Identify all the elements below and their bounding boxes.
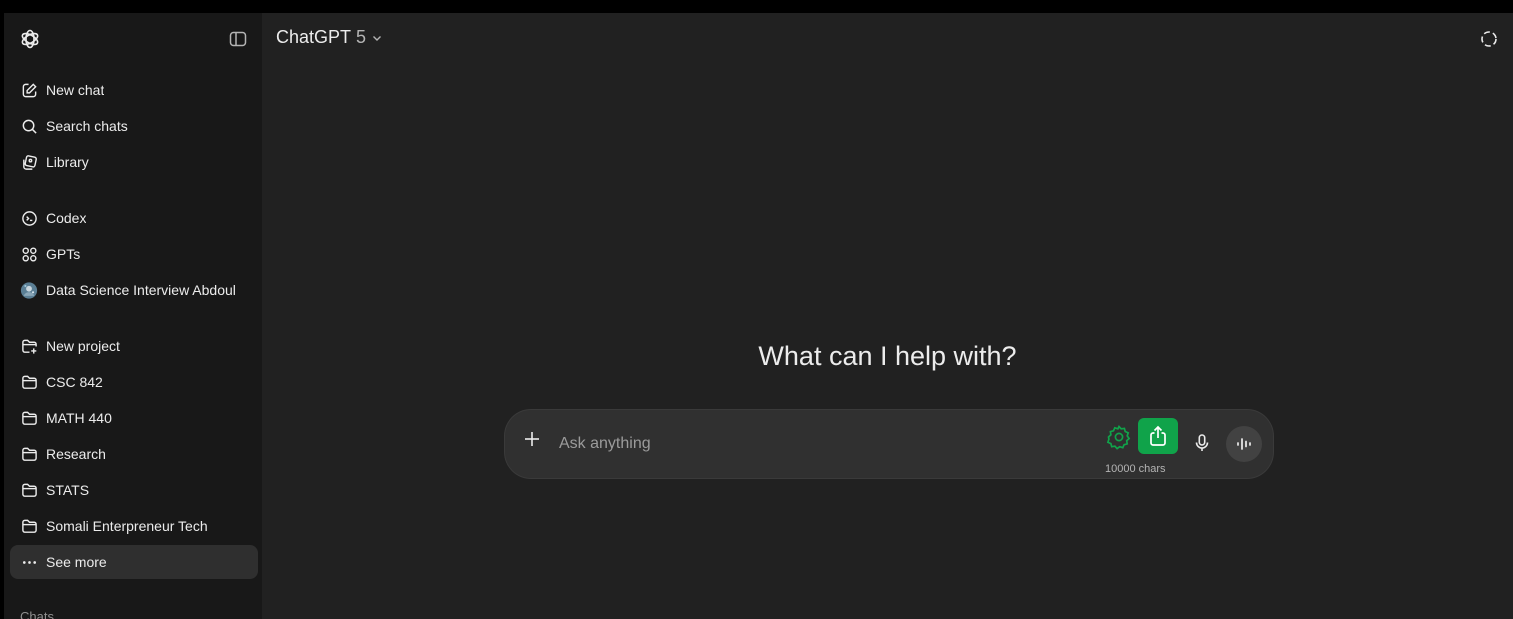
- sidebar: New chat Search chats Library Codex GPTs…: [4, 13, 262, 619]
- sidebar-item-see-more[interactable]: See more: [10, 545, 258, 579]
- folder-icon: [20, 373, 38, 391]
- sidebar-item-label: STATS: [46, 482, 90, 498]
- plus-icon[interactable]: [521, 428, 543, 450]
- sidebar-item-label: Library: [46, 154, 89, 170]
- sidebar-item-codex[interactable]: Codex: [10, 201, 258, 235]
- share-button[interactable]: [1138, 418, 1178, 454]
- sidebar-item-label: See more: [46, 554, 107, 570]
- sidebar-item-gpts[interactable]: GPTs: [10, 237, 258, 271]
- gpts-grid-icon: [20, 245, 38, 263]
- sidebar-item-label: Search chats: [46, 118, 128, 134]
- sidebar-item-label: New chat: [46, 82, 105, 98]
- page-title: What can I help with?: [758, 341, 1017, 371]
- library-icon: [20, 153, 38, 171]
- sidebar-item-label: Research: [46, 446, 106, 462]
- model-version: 5: [356, 27, 367, 47]
- sidebar-item-search-chats[interactable]: Search chats: [10, 109, 258, 143]
- sidebar-item-label: New project: [46, 338, 120, 354]
- sidebar-item-label: MATH 440: [46, 410, 112, 426]
- sidebar-toggle-icon[interactable]: [228, 29, 248, 49]
- char-count: 10000 chars: [1105, 463, 1166, 475]
- sidebar-item-project[interactable]: MATH 440: [10, 401, 258, 435]
- model-picker[interactable]: ChatGPT 5: [276, 27, 383, 48]
- chats-section-label: Chats: [20, 609, 54, 619]
- sidebar-item-data-science-gpt[interactable]: Data Science Interview Abdoul: [10, 273, 258, 307]
- share-icon: [1150, 425, 1166, 446]
- compose-icon: [20, 81, 38, 99]
- sidebar-item-new-project[interactable]: New project: [10, 329, 258, 363]
- folder-icon: [20, 409, 38, 427]
- folder-icon: [20, 445, 38, 463]
- folder-icon: [20, 481, 38, 499]
- sidebar-header: [4, 13, 262, 65]
- voice-mode-button[interactable]: [1226, 426, 1262, 462]
- app-window: New chat Search chats Library Codex GPTs…: [4, 13, 1513, 619]
- temporary-chat-icon[interactable]: [1479, 29, 1499, 49]
- sidebar-item-label: CSC 842: [46, 374, 103, 390]
- chevron-down-icon: [373, 35, 382, 41]
- openai-logo-icon[interactable]: [18, 27, 42, 51]
- voice-waveform-icon: [1237, 438, 1251, 450]
- codex-icon: [20, 209, 38, 227]
- sidebar-item-label: Somali Enterpreneur Tech: [46, 518, 208, 534]
- sidebar-item-label: GPTs: [46, 246, 81, 262]
- prompt-input[interactable]: [557, 430, 1081, 458]
- more-dots-icon: [20, 553, 38, 571]
- sidebar-item-label: Data Science Interview Abdoul: [46, 282, 236, 298]
- mic-icon[interactable]: [1191, 432, 1213, 454]
- sidebar-item-project[interactable]: STATS: [10, 473, 258, 507]
- sidebar-item-project[interactable]: CSC 842: [10, 365, 258, 399]
- search-icon: [20, 117, 38, 135]
- sidebar-item-project[interactable]: Somali Enterpreneur Tech: [10, 509, 258, 543]
- sidebar-item-project[interactable]: Research: [10, 437, 258, 471]
- new-folder-icon: [20, 337, 38, 355]
- folder-icon: [20, 517, 38, 535]
- sidebar-item-library[interactable]: Library: [10, 145, 258, 179]
- composer: 10000 chars: [505, 410, 1273, 478]
- sidebar-item-new-chat[interactable]: New chat: [10, 73, 258, 107]
- gpt-avatar: [20, 281, 38, 299]
- main-area: ChatGPT 5 What can I help with? 10000 ch…: [262, 13, 1513, 619]
- model-name: ChatGPT: [276, 27, 352, 47]
- sidebar-item-label: Codex: [46, 210, 87, 226]
- gear-icon[interactable]: [1105, 423, 1133, 451]
